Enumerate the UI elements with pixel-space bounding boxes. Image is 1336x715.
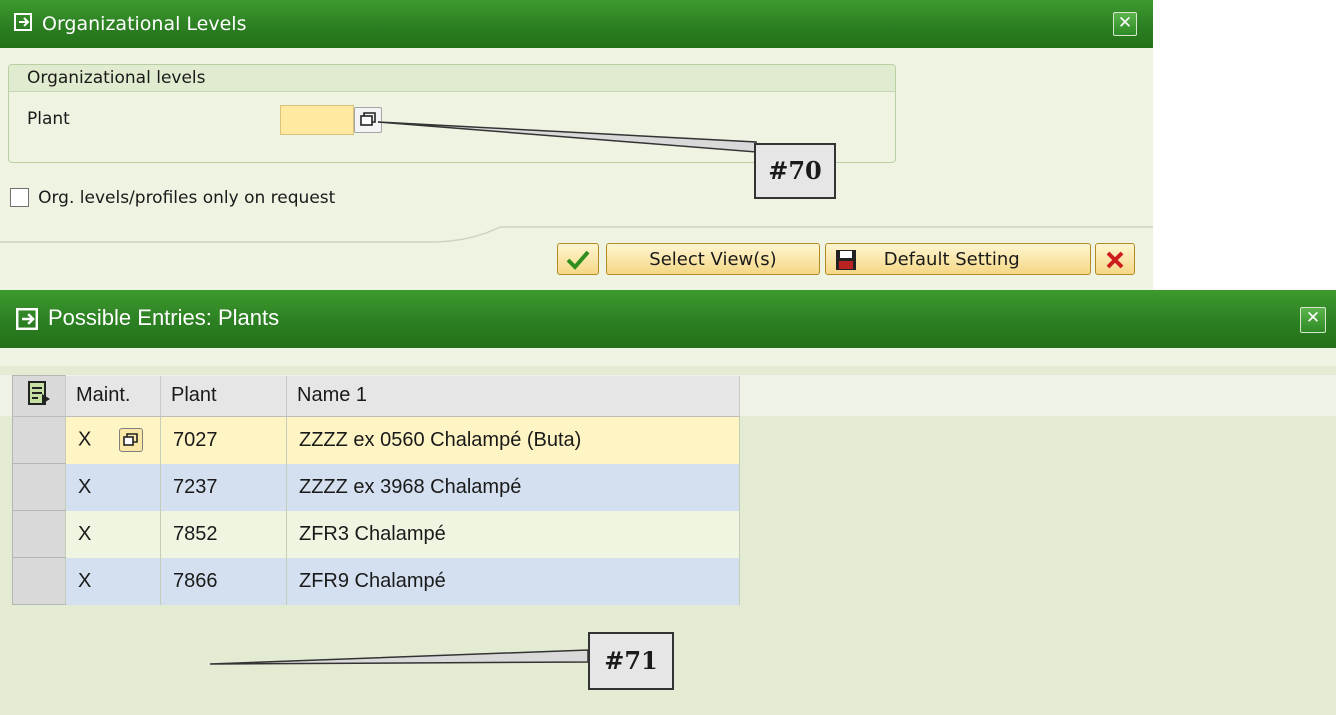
callout-pointers xyxy=(209,121,757,665)
callout-71: #71 xyxy=(588,632,674,690)
callout-70: #70 xyxy=(754,143,836,199)
